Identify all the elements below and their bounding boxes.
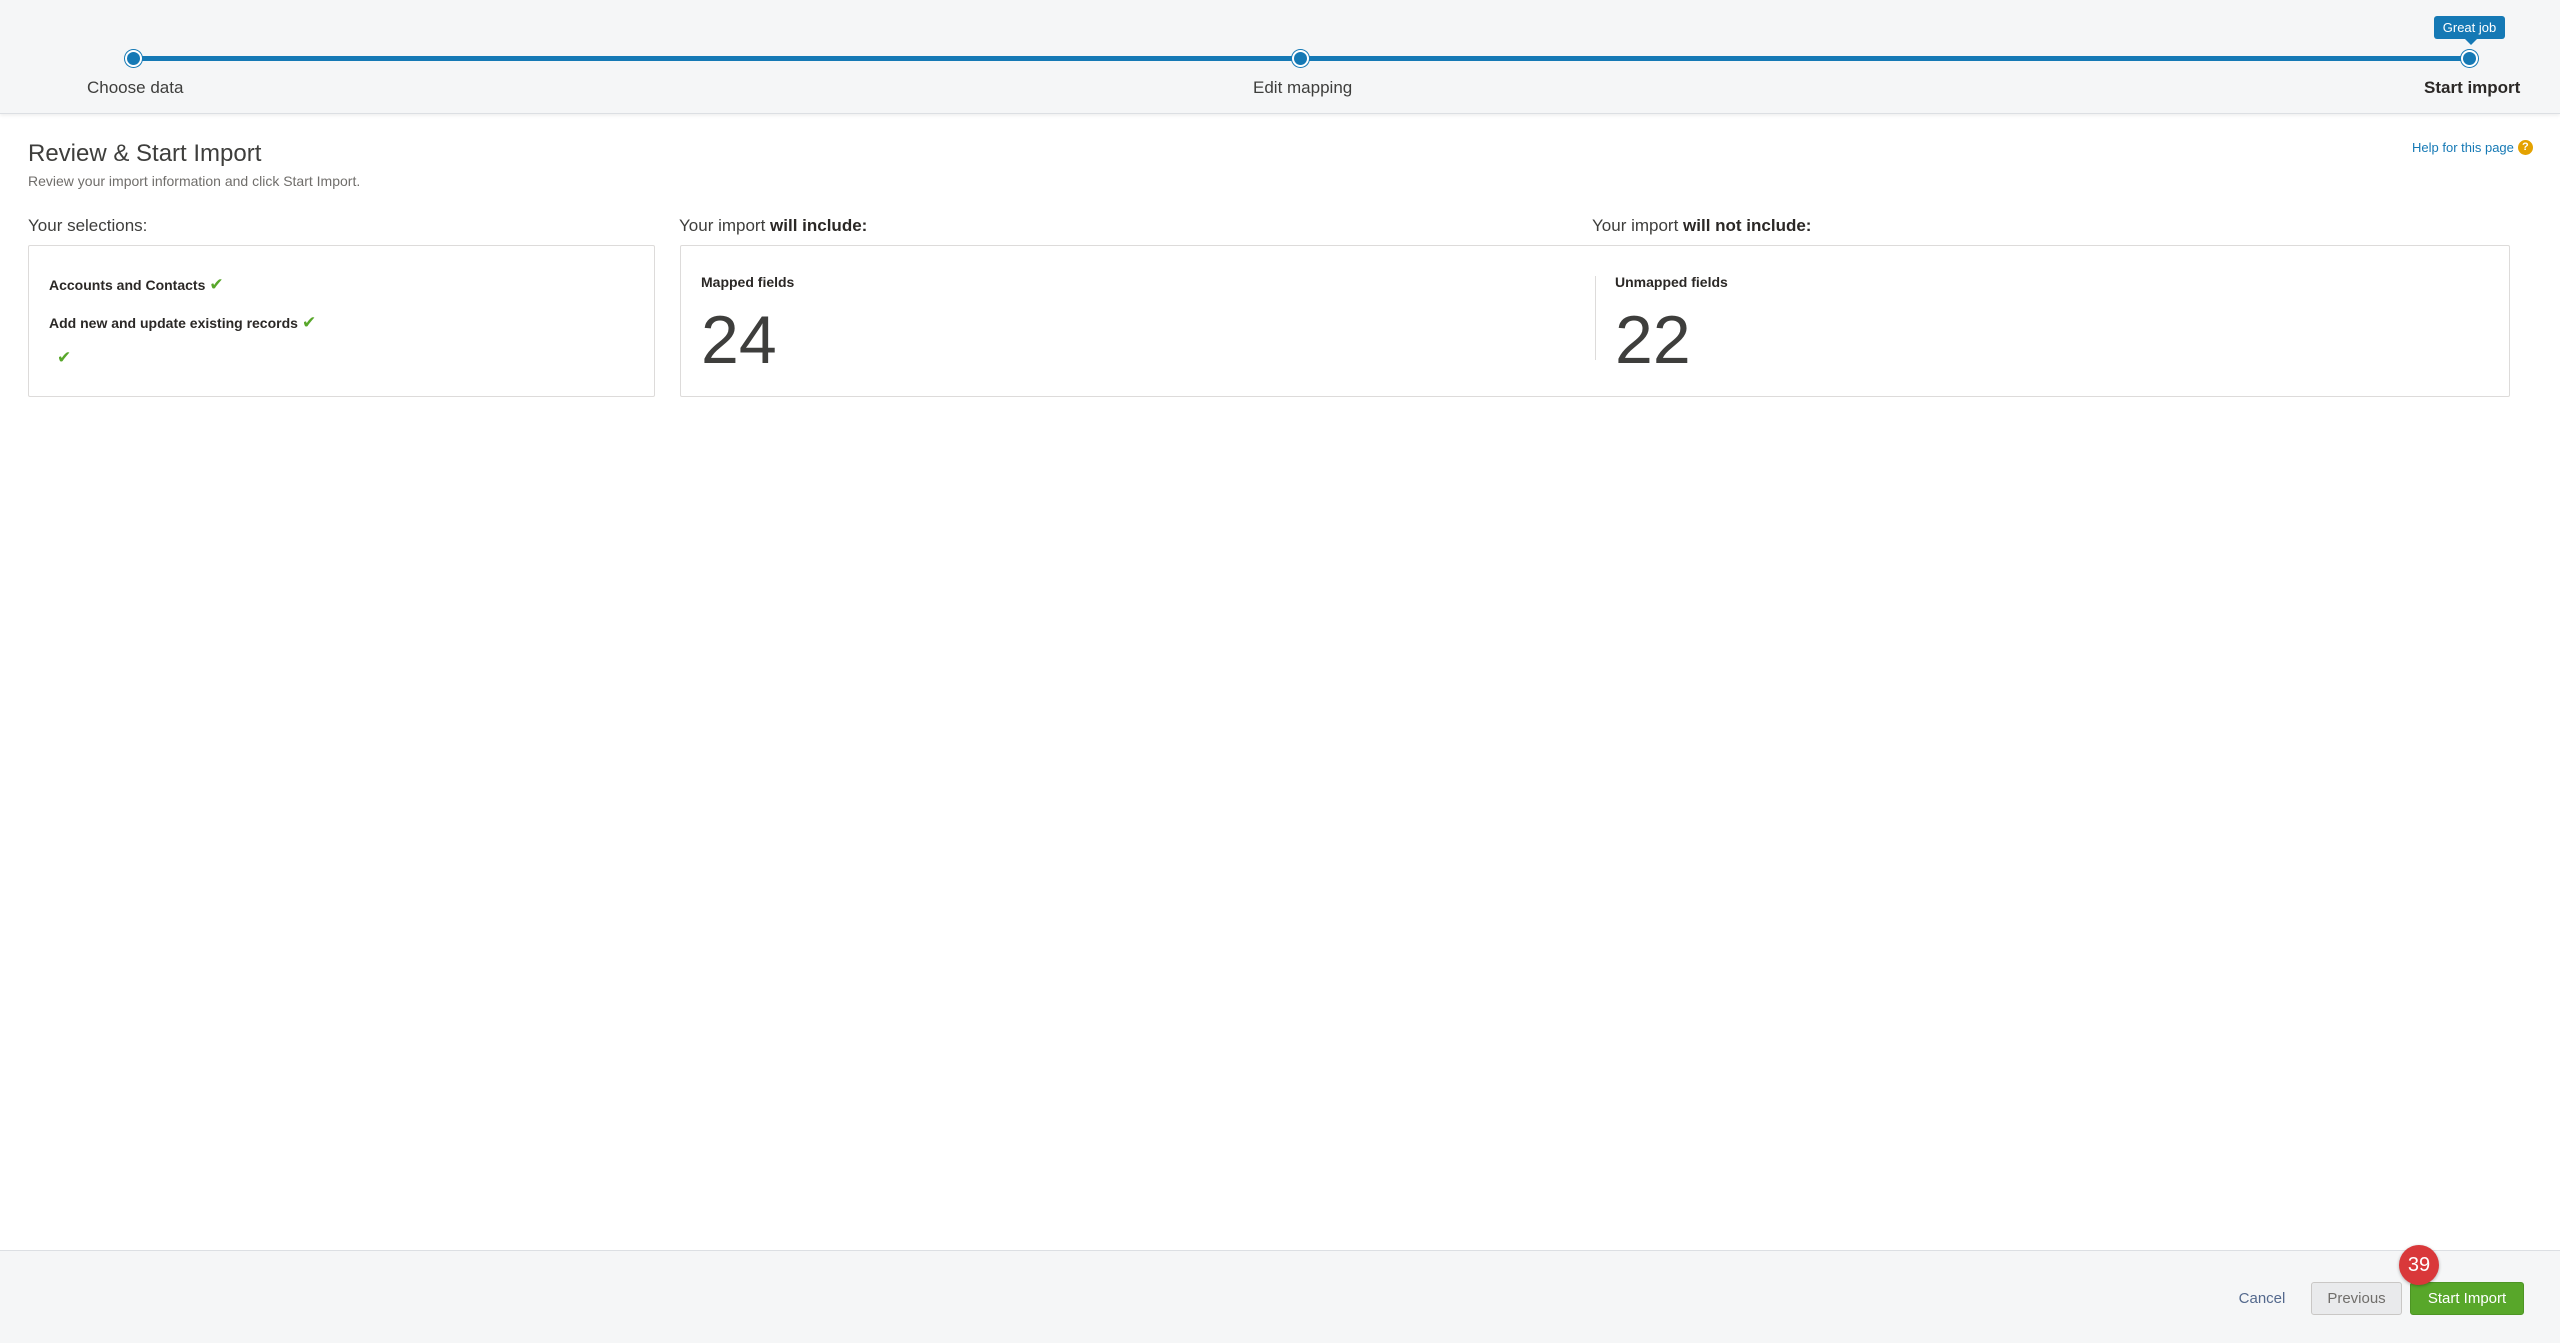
check-icon: ✔ [301, 313, 317, 332]
step-dot-start-import [2461, 50, 2478, 67]
page-title: Review & Start Import [28, 140, 262, 167]
will-not-include-heading: Your import will not include: [1592, 216, 1811, 236]
import-summary-panel: Mapped fields 24 Unmapped fields 22 [680, 245, 2510, 397]
unmapped-fields-count: 22 [1615, 302, 1691, 378]
unmapped-fields-label: Unmapped fields [1615, 274, 1728, 290]
step-label-choose-data[interactable]: Choose data [87, 78, 183, 98]
selection-item: Accounts and Contacts ✔ [49, 276, 224, 293]
selection-item: ✔ [53, 349, 71, 366]
notification-count-badge: 39 [2399, 1245, 2439, 1285]
selection-item: Add new and update existing records ✔ [49, 314, 316, 331]
check-icon: ✔ [57, 348, 72, 367]
selection-item-label: Add new and update existing records [49, 314, 298, 331]
selections-panel: Accounts and Contacts ✔ Add new and upda… [28, 245, 655, 397]
help-link-label: Help for this page [2412, 140, 2514, 155]
import-wizard-progress: Choose data Edit mapping Start import Gr… [0, 0, 2560, 114]
mapped-fields-stat: Mapped fields 24 [701, 274, 794, 374]
will-include-prefix: Your import [679, 216, 771, 235]
great-job-tooltip: Great job [2434, 16, 2505, 45]
mapped-fields-count: 24 [701, 302, 777, 378]
will-include-heading: Your import will include: [679, 216, 867, 236]
wizard-footer: Cancel Previous Start Import [0, 1250, 2560, 1343]
step-label-edit-mapping[interactable]: Edit mapping [1253, 78, 1352, 98]
page-subtitle: Review your import information and click… [28, 173, 361, 189]
mapped-fields-label: Mapped fields [701, 274, 795, 290]
step-label-start-import: Start import [2424, 78, 2521, 97]
stat-divider [1595, 276, 1596, 360]
help-for-this-page-link[interactable]: Help for this page ? [2412, 140, 2533, 155]
will-include-bold: will include: [770, 216, 868, 235]
will-not-include-prefix: Your import [1592, 216, 1684, 235]
cancel-button[interactable]: Cancel [2226, 1282, 2298, 1315]
will-not-include-bold: will not include: [1683, 216, 1812, 235]
question-icon: ? [2517, 140, 2533, 155]
start-import-button[interactable]: Start Import [2410, 1282, 2524, 1315]
step-dot-edit-mapping[interactable] [1292, 50, 1309, 67]
unmapped-fields-stat: Unmapped fields 22 [1615, 274, 1728, 374]
previous-button[interactable]: Previous [2311, 1282, 2402, 1315]
step-dot-choose-data[interactable] [125, 50, 142, 67]
selection-item-label: Accounts and Contacts [49, 276, 206, 293]
your-selections-heading: Your selections: [28, 216, 148, 235]
check-icon: ✔ [209, 275, 224, 294]
